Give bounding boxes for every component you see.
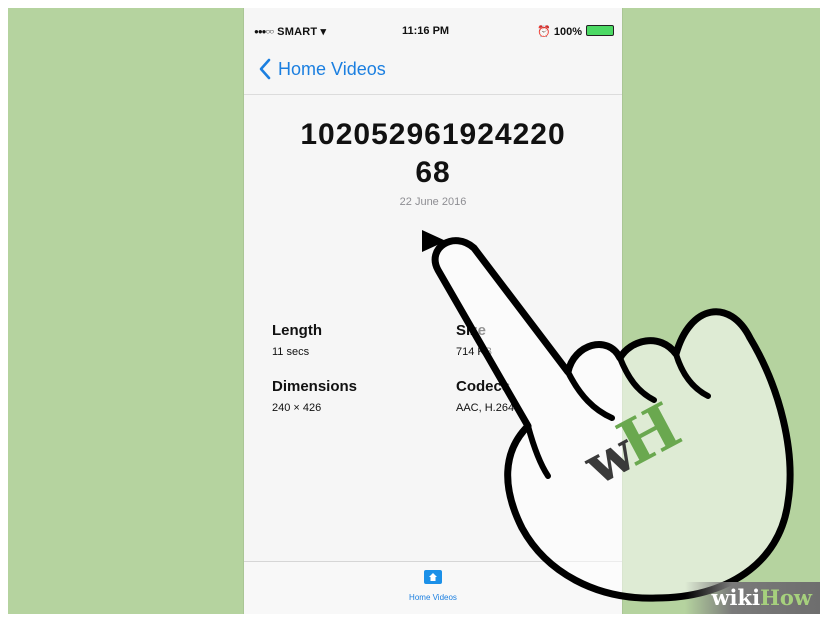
illustration-stage: ●●●○○ SMART ▾ 11:16 PM ⏰ 100% Home Videos…: [8, 8, 820, 614]
pointing-hand-icon: w H: [431, 237, 794, 602]
wikihow-watermark: wikiHow: [685, 582, 820, 614]
watermark-wiki: wiki: [711, 585, 761, 610]
watermark-how: How: [760, 585, 812, 610]
